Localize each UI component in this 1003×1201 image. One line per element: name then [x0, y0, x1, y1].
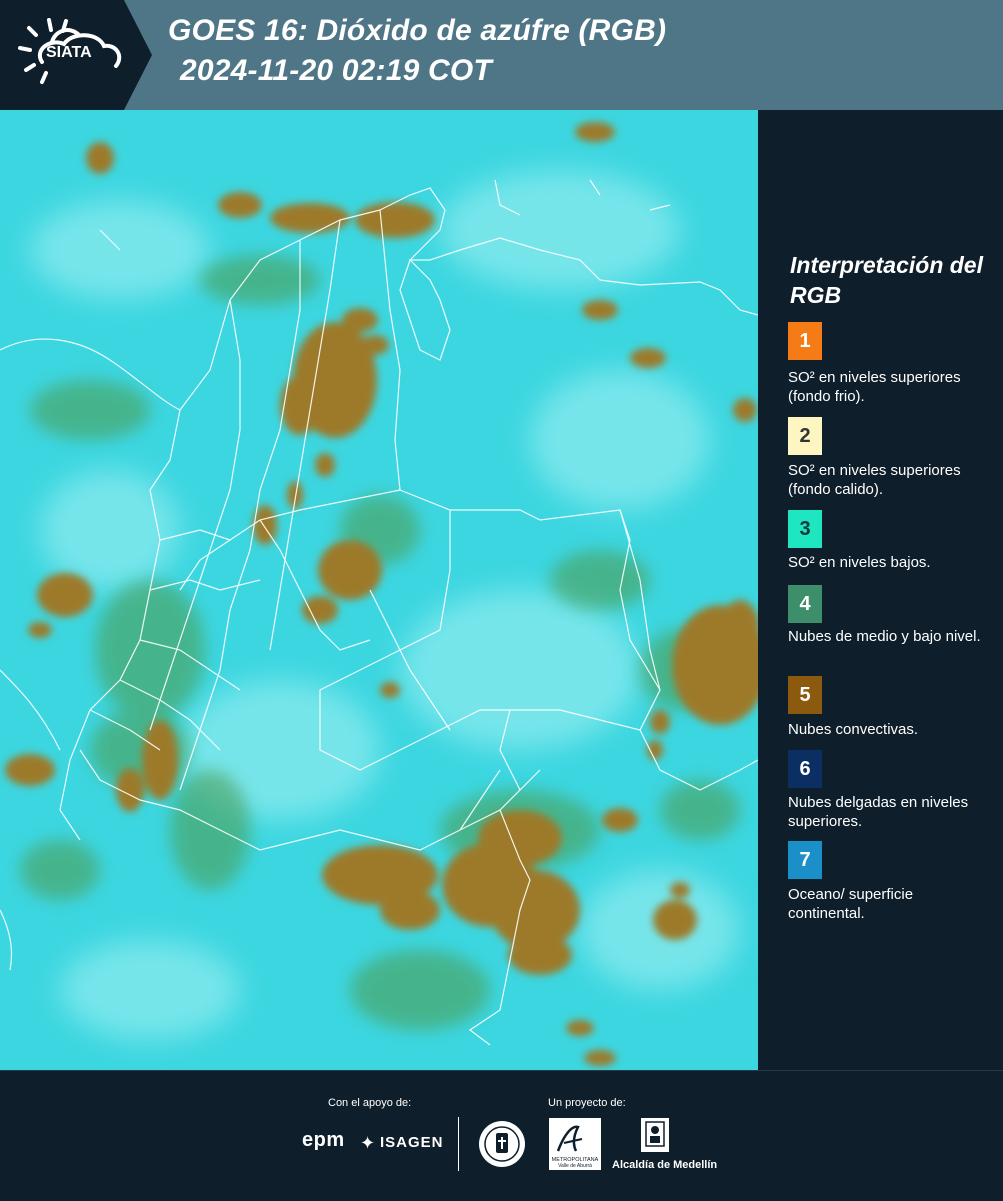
isagen-star-icon: ✦: [360, 1133, 376, 1153]
siata-logo-text: SIATA: [46, 44, 92, 61]
area-logo-subtext: Valle de Aburrá: [558, 1163, 592, 1169]
legend-label-3: SO² en niveles bajos.: [788, 554, 931, 571]
legend-label-2: SO² en niveles superiores (fondo calido)…: [788, 462, 961, 498]
alcaldia-shield-icon: [641, 1118, 669, 1152]
area-metropolitana-logo: METROPOLITANA Valle de Aburrá: [549, 1118, 601, 1170]
legend-label-6: Nubes delgadas en niveles superiores.: [788, 794, 969, 830]
legend-label-1: SO² en niveles superiores (fondo frio).: [788, 369, 961, 405]
header-bar: SIATA GOES 16: Dióxido de azúfre (RGB) 2…: [0, 0, 1003, 110]
legend-swatch-5: 5: [788, 676, 822, 714]
legend-title: Interpretación del RGB: [790, 252, 983, 308]
footer-bar: Con el apoyo de: Un proyecto de: epm ✦ I…: [0, 1070, 1003, 1201]
satellite-map[interactable]: [0, 110, 758, 1070]
project-label: Un proyecto de:: [548, 1097, 626, 1109]
legend-label-4: Nubes de medio y bajo nivel.: [788, 628, 981, 645]
legend-swatch-6: 6: [788, 750, 822, 788]
legend-swatch-2: 2: [788, 417, 822, 455]
legend-swatch-1: 1: [788, 322, 822, 360]
page-title: GOES 16: Dióxido de azúfre (RGB): [168, 14, 667, 47]
legend-label-7: Oceano/ superficie continental.: [788, 886, 914, 922]
legend-swatch-3: 3: [788, 510, 822, 548]
legend-panel: Interpretación del RGB 1 SO² en niveles …: [758, 110, 1003, 1070]
footer-divider: [458, 1117, 459, 1171]
alcaldia-text: Alcaldía de Medellín: [612, 1159, 718, 1171]
satellite-image: [0, 110, 758, 1070]
medellin-seal-icon: [479, 1121, 525, 1167]
legend-swatch-4: 4: [788, 585, 822, 623]
isagen-logo: ISAGEN: [380, 1134, 444, 1151]
epm-logo: epm: [302, 1129, 345, 1151]
legend-label-5: Nubes convectivas.: [788, 721, 919, 738]
legend-swatch-7: 7: [788, 841, 822, 879]
support-label: Con el apoyo de:: [328, 1097, 412, 1109]
page-timestamp: 2024-11-20 02:19 COT: [180, 54, 492, 87]
